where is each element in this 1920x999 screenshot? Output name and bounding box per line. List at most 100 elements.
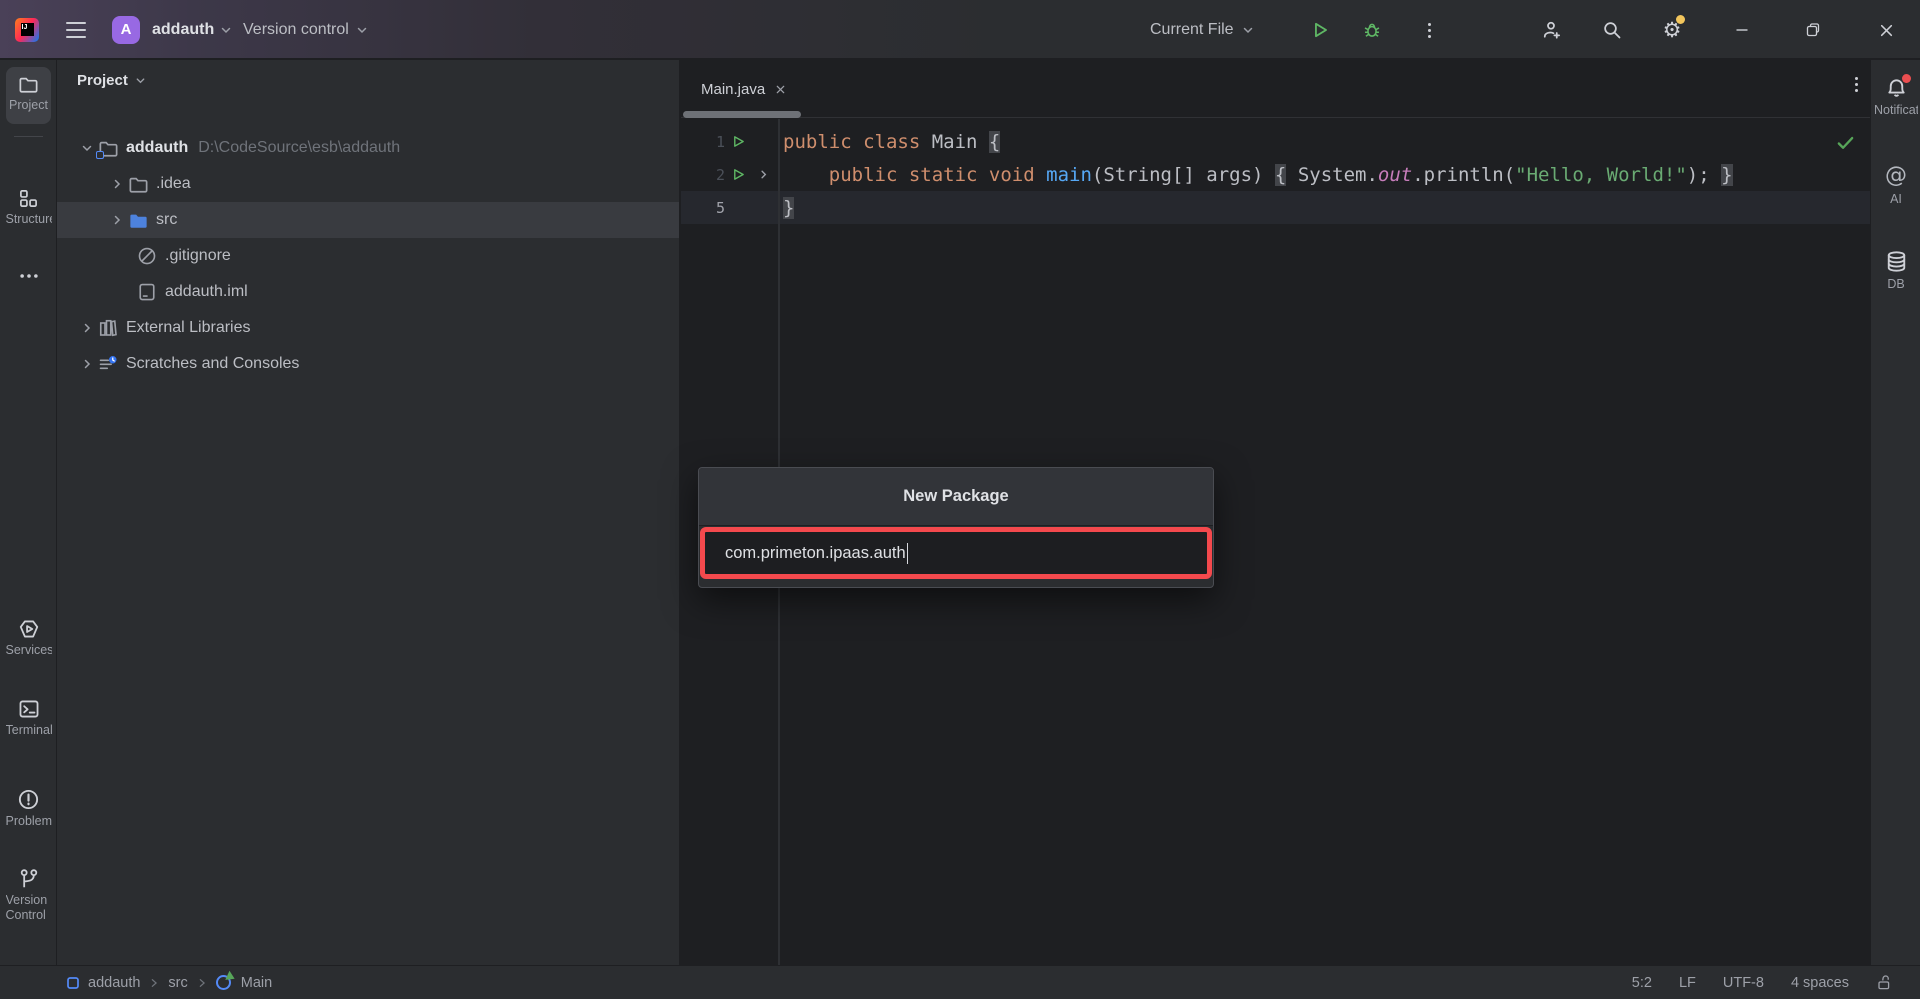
breadcrumb-addauth[interactable]: addauth (66, 975, 140, 991)
project-widget[interactable]: addauth (152, 0, 232, 59)
sidebar-item-label: Terminal (6, 723, 52, 738)
package-name-input[interactable]: com.primeton.ipaas.auth (725, 543, 908, 564)
sidebar-item-label: Services (6, 643, 52, 658)
status-widgets: 5:2 LF UTF-8 4 spaces (1632, 975, 1892, 991)
folder-icon (127, 174, 149, 195)
structure-icon (18, 188, 39, 209)
project-badge (96, 151, 104, 159)
sidebar-item-structure[interactable]: Structure (0, 188, 57, 227)
code-token (783, 164, 829, 186)
breadcrumb-src[interactable]: src (168, 975, 187, 991)
indent-widget[interactable]: 4 spaces (1791, 975, 1849, 991)
line-number[interactable]: 5 (681, 199, 725, 217)
problems-icon (17, 788, 40, 811)
breadcrumb-label: addauth (88, 975, 140, 991)
sidebar-item-label: Problems (6, 814, 52, 829)
chevron-right-icon[interactable] (107, 214, 127, 226)
code-token: class (863, 131, 932, 153)
minimize-button[interactable] (1730, 18, 1754, 42)
annotation-highlight: com.primeton.ipaas.auth (700, 527, 1212, 579)
chevron-right-icon (149, 978, 159, 988)
sidebar-item-project[interactable]: Project (0, 74, 57, 113)
sidebar-item-services[interactable]: Services (0, 618, 57, 658)
sidebar-item-label: AI (1890, 192, 1902, 206)
tab-close-icon[interactable] (775, 84, 786, 95)
breadcrumb: addauth src Main (66, 974, 272, 991)
breadcrumb-label: Main (241, 975, 272, 991)
project-panel-header[interactable]: Project (77, 72, 146, 89)
tree-item-idea[interactable]: .idea (57, 166, 679, 202)
chevron-right-icon[interactable] (77, 322, 97, 334)
code-line[interactable]: } (783, 197, 794, 219)
line-separator-widget[interactable]: LF (1679, 975, 1696, 991)
project-folder-icon (97, 138, 119, 159)
sidebar-item-ai[interactable]: @ AI (1871, 164, 1920, 206)
project-avatar[interactable]: A (112, 0, 140, 59)
left-tool-stripe: Project Structure Services Terminal (0, 60, 57, 965)
project-name: addauth (152, 21, 214, 39)
debug-button[interactable] (1360, 18, 1384, 42)
add-user-icon[interactable] (1540, 18, 1564, 42)
editor-options-icon[interactable] (1855, 77, 1858, 92)
sidebar-item-notifications[interactable]: Notifications (1871, 76, 1920, 117)
tab-title: Main.java (701, 81, 765, 98)
sidebar-item-more[interactable] (0, 265, 57, 287)
code-token: public (783, 131, 863, 153)
code-token: System. (1286, 164, 1378, 186)
code-line[interactable]: public class Main { (783, 131, 1000, 153)
more-actions-icon[interactable] (1417, 18, 1441, 42)
code-line[interactable]: public static void main(String[] args) {… (783, 164, 1733, 186)
stripe-divider (14, 136, 43, 137)
tree-item-scratches[interactable]: Scratches and Consoles (57, 346, 679, 382)
encoding-widget[interactable]: UTF-8 (1723, 975, 1764, 991)
settings-gear-icon[interactable]: ⚙ (1660, 18, 1684, 42)
code-token: ); (1687, 164, 1710, 186)
caret-position-widget[interactable]: 5:2 (1632, 975, 1652, 991)
code-token: .println( (1412, 164, 1515, 186)
tree-item-external-libraries[interactable]: External Libraries (57, 310, 679, 346)
code-token: main (1046, 164, 1092, 186)
chevron-right-icon[interactable] (77, 358, 97, 370)
restore-button[interactable] (1801, 18, 1825, 42)
line-number[interactable]: 2 (681, 166, 725, 184)
tree-item-label: addauth (126, 139, 188, 157)
fold-toggle-icon[interactable] (751, 169, 775, 180)
tree-item-gitignore[interactable]: .gitignore (57, 238, 679, 274)
code-token: static (909, 164, 989, 186)
breadcrumb-label: src (168, 975, 187, 991)
sidebar-item-version-control[interactable]: Version Control (0, 868, 57, 923)
tree-item-addauth[interactable]: addauth D:\CodeSource\esb\addauth (57, 130, 679, 166)
sidebar-item-label: Version Control (6, 893, 52, 923)
new-package-dialog: New Package com.primeton.ipaas.auth (698, 467, 1214, 588)
line-number[interactable]: 1 (681, 133, 725, 151)
sidebar-item-database[interactable]: DB (1871, 250, 1920, 291)
vcs-widget[interactable]: Version control (243, 0, 368, 59)
breadcrumb-main[interactable]: Main (216, 974, 272, 991)
readonly-lock-icon[interactable] (1876, 975, 1892, 991)
code-token: { (1275, 164, 1286, 186)
ignored-file-icon (136, 246, 158, 266)
sidebar-item-terminal[interactable]: Terminal (0, 698, 57, 738)
sidebar-item-problems[interactable]: Problems (0, 788, 57, 829)
tree-item-src[interactable]: src (57, 202, 679, 238)
sidebar-item-label: Notifications (1874, 103, 1918, 117)
run-button[interactable] (1309, 18, 1333, 42)
search-icon[interactable] (1600, 18, 1624, 42)
libraries-icon (97, 318, 119, 338)
run-configuration-selector[interactable]: Current File (1150, 0, 1254, 59)
tree-item-addauth-iml[interactable]: addauth.iml (57, 274, 679, 310)
vcs-widget-label: Version control (243, 21, 349, 39)
run-line-icon[interactable] (725, 135, 751, 148)
source-folder-icon (127, 210, 149, 231)
sidebar-item-label: Project (9, 98, 48, 113)
close-button[interactable] (1874, 18, 1898, 42)
project-icon (66, 976, 80, 990)
run-line-icon[interactable] (725, 168, 751, 181)
tree-item-label: .idea (156, 175, 191, 193)
main-menu-icon[interactable] (66, 0, 86, 59)
tab-main-java[interactable]: Main.java (701, 60, 786, 118)
code-token (1710, 164, 1721, 186)
chevron-down-icon[interactable] (77, 142, 97, 154)
chevron-right-icon[interactable] (107, 178, 127, 190)
dialog-title: New Package (699, 468, 1213, 526)
